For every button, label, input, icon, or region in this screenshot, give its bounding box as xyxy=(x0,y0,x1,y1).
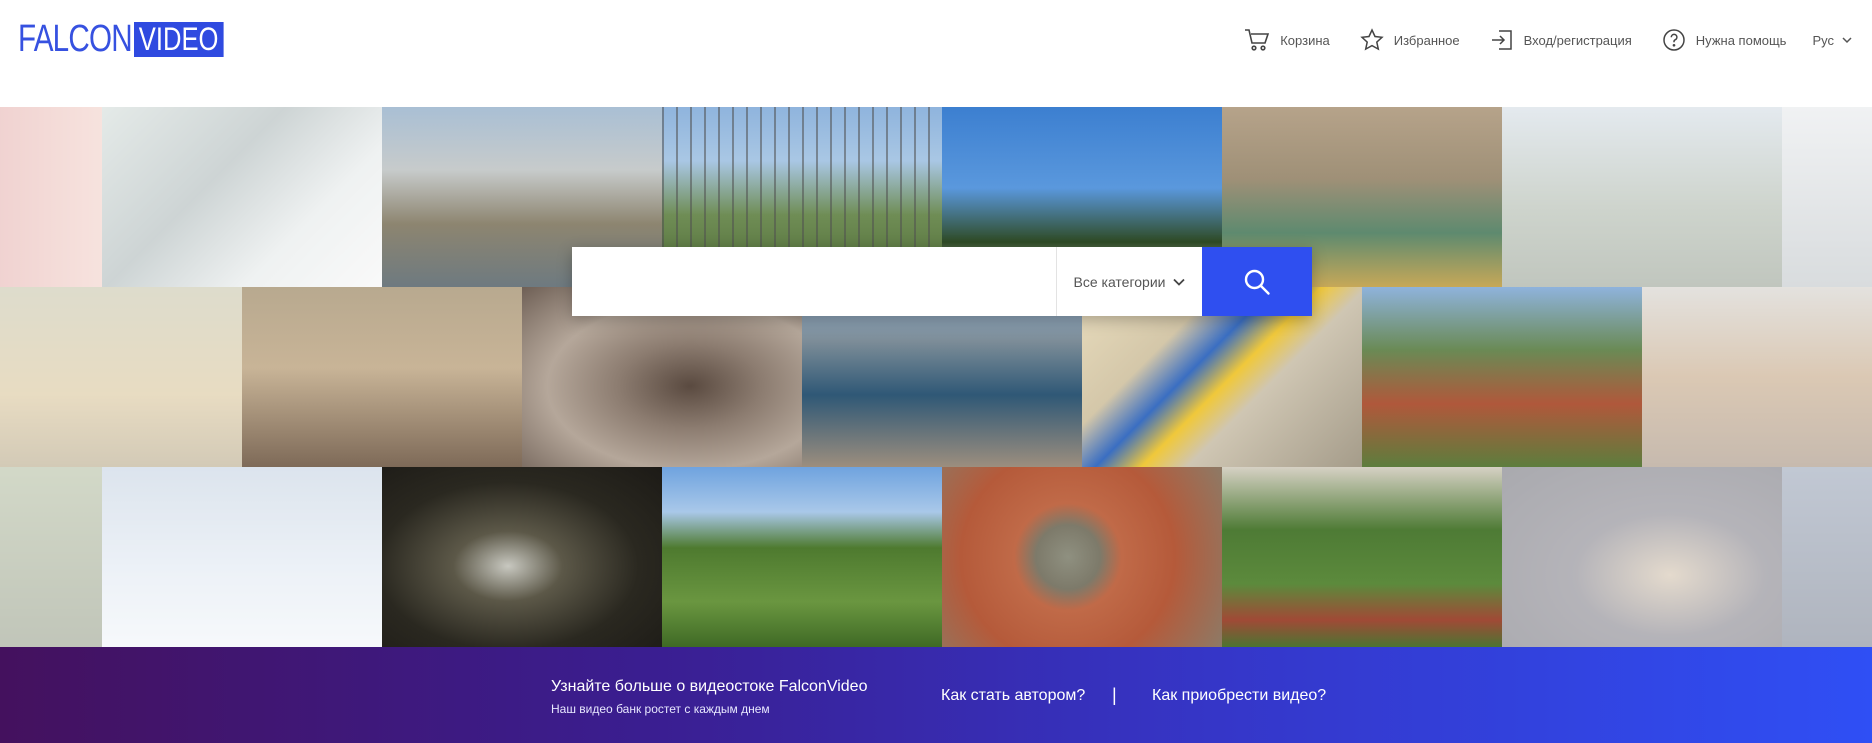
language-selector[interactable]: Рус xyxy=(1812,33,1852,48)
thumb-pink[interactable] xyxy=(0,107,102,287)
thumb-castle[interactable] xyxy=(1362,287,1642,467)
thumb-valley[interactable] xyxy=(662,467,942,647)
band-subtitle: Наш видео банк ростет с каждым днем xyxy=(551,702,770,716)
help-icon xyxy=(1663,29,1685,51)
thumb-aerial-courtyard[interactable] xyxy=(942,467,1222,647)
thumb-monument-park[interactable] xyxy=(1222,467,1502,647)
thumb-airplane[interactable] xyxy=(102,467,382,647)
favorites-label: Избранное xyxy=(1393,32,1460,48)
thumb-window[interactable] xyxy=(1782,467,1872,647)
login-icon xyxy=(1491,30,1512,50)
top-nav: Корзина Избранное Вход/регистрация Нужна… xyxy=(1214,28,1852,52)
thumb-barn[interactable] xyxy=(0,467,102,647)
become-author-link[interactable]: Как стать автором? xyxy=(941,687,1085,705)
thumb-mountains[interactable] xyxy=(1502,107,1782,287)
search-icon xyxy=(1244,269,1270,295)
cart-link[interactable]: Корзина xyxy=(1244,28,1330,52)
help-link[interactable]: Нужна помощь xyxy=(1662,28,1787,52)
category-label: Все категории xyxy=(1073,273,1166,290)
logo-text: FALCON xyxy=(18,18,133,60)
search-button[interactable] xyxy=(1202,247,1312,316)
favorites-link[interactable]: Избранное xyxy=(1360,28,1460,52)
logo-badge: VIDEO xyxy=(134,22,224,57)
thumb-opera-house[interactable] xyxy=(242,287,522,467)
thumb-burgers[interactable] xyxy=(1642,287,1872,467)
band-separator: | xyxy=(1112,685,1117,705)
band-title: Узнайте больше о видеостоке FalconVideo xyxy=(551,678,868,695)
falcon-video-logo[interactable]: FALCON VIDEO xyxy=(18,18,224,60)
thumb-night-sky[interactable] xyxy=(1502,467,1782,647)
thumb-laptop-woman[interactable] xyxy=(102,107,382,287)
help-label: Нужна помощь xyxy=(1695,32,1787,48)
how-to-buy-link[interactable]: Как приобрести видео? xyxy=(1152,687,1326,705)
thumb-forest-path[interactable] xyxy=(0,287,242,467)
cart-label: Корзина xyxy=(1280,32,1330,48)
chevron-down-icon xyxy=(1173,278,1186,286)
site-header: FALCON VIDEO Корзина Избранное Вход/реги… xyxy=(0,0,1872,107)
category-dropdown[interactable]: Все категории xyxy=(1056,247,1202,316)
chevron-down-icon xyxy=(1842,37,1852,44)
search-bar: Все категории xyxy=(572,247,1312,316)
star-icon xyxy=(1360,28,1384,51)
login-label: Вход/регистрация xyxy=(1523,32,1632,48)
info-band: Узнайте больше о видеостоке FalconVideo … xyxy=(0,647,1872,743)
cart-icon xyxy=(1245,29,1270,51)
search-input[interactable] xyxy=(572,247,1056,316)
thumb-ferris-wheel[interactable] xyxy=(382,467,662,647)
video-mosaic xyxy=(0,107,1872,647)
thumb-office[interactable] xyxy=(1782,107,1872,287)
language-label: Рус xyxy=(1812,32,1834,48)
login-link[interactable]: Вход/регистрация xyxy=(1490,28,1632,52)
